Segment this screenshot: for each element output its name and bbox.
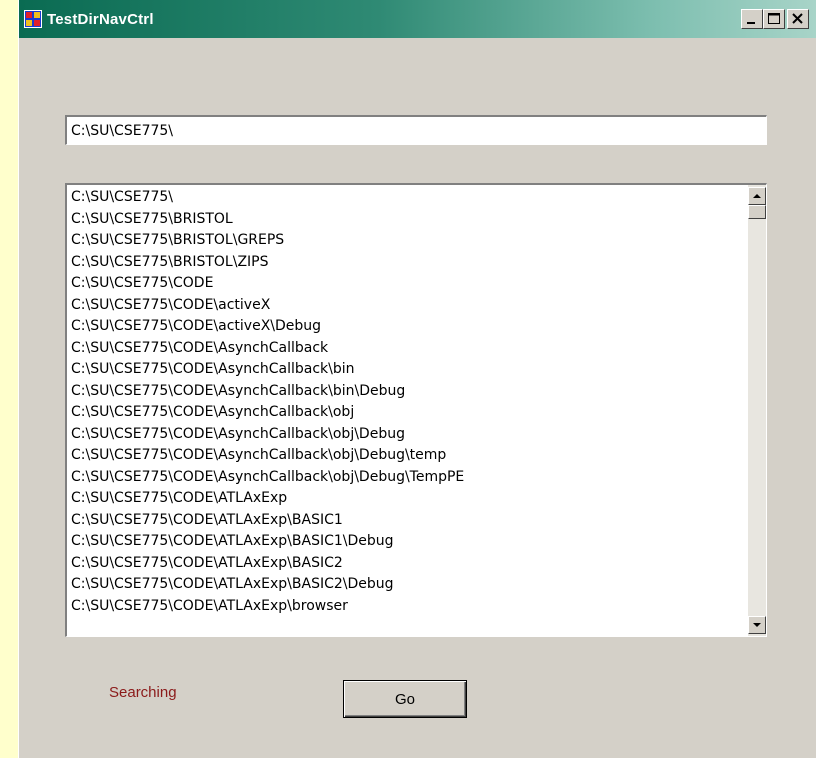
list-item[interactable]: C:\SU\CSE775\CODE\ATLAxExp\browser	[69, 596, 744, 618]
list-item[interactable]: C:\SU\CSE775\BRISTOL	[69, 209, 744, 231]
go-button[interactable]: Go	[343, 680, 467, 718]
maximize-button[interactable]	[763, 9, 785, 29]
scroll-thumb[interactable]	[748, 205, 766, 219]
scroll-down-arrow-icon	[753, 623, 761, 627]
list-item[interactable]: C:\SU\CSE775\BRISTOL\ZIPS	[69, 252, 744, 274]
list-item[interactable]: C:\SU\CSE775\CODE\ATLAxExp\BASIC2\Debug	[69, 574, 744, 596]
list-item[interactable]: C:\SU\CSE775\CODE\AsynchCallback	[69, 338, 744, 360]
scroll-up-arrow-icon	[753, 194, 761, 198]
list-item[interactable]: C:\SU\CSE775\CODE\AsynchCallback\obj\Deb…	[69, 445, 744, 467]
list-item[interactable]: C:\SU\CSE775\CODE\ATLAxExp\BASIC1\Debug	[69, 531, 744, 553]
list-item[interactable]: C:\SU\CSE775\CODE\AsynchCallback\obj\Deb…	[69, 467, 744, 489]
list-item[interactable]: C:\SU\CSE775\CODE\AsynchCallback\obj\Deb…	[69, 424, 744, 446]
close-button[interactable]	[787, 9, 809, 29]
app-window: TestDirNavCtrl C:\SU\CSE775\ C:\SU\CSE77…	[18, 0, 816, 758]
list-item[interactable]: C:\SU\CSE775\CODE\ATLAxExp	[69, 488, 744, 510]
list-item[interactable]: C:\SU\CSE775\CODE\ATLAxExp\BASIC2	[69, 553, 744, 575]
list-item[interactable]: C:\SU\CSE775\	[69, 187, 744, 209]
minimize-icon	[747, 22, 755, 24]
list-item[interactable]: C:\SU\CSE775\CODE	[69, 273, 744, 295]
app-window-icon	[24, 10, 42, 28]
directory-listbox[interactable]: C:\SU\CSE775\ C:\SU\CSE775\BRISTOL C:\SU\C…	[65, 183, 767, 637]
list-item[interactable]: C:\SU\CSE775\CODE\AsynchCallback\obj	[69, 402, 744, 424]
directory-list-items: C:\SU\CSE775\ C:\SU\CSE775\BRISTOL C:\SU\C…	[69, 187, 744, 636]
list-item[interactable]: C:\SU\CSE775\CODE\ATLAxExp\BASIC1	[69, 510, 744, 532]
vertical-scrollbar[interactable]	[748, 185, 766, 636]
scroll-up-button[interactable]	[748, 187, 766, 205]
list-item[interactable]: C:\SU\CSE775\BRISTOL\GREPS	[69, 230, 744, 252]
minimize-button[interactable]	[741, 9, 763, 29]
title-bar[interactable]: TestDirNavCtrl	[19, 0, 816, 38]
list-item[interactable]: C:\SU\CSE775\CODE\AsynchCallback\bin	[69, 359, 744, 381]
close-icon	[792, 13, 803, 24]
list-item[interactable]: C:\SU\CSE775\CODE\activeX	[69, 295, 744, 317]
scroll-down-button[interactable]	[748, 616, 766, 634]
caption-buttons	[741, 9, 809, 29]
path-input[interactable]	[65, 115, 767, 145]
status-label: Searching	[109, 684, 177, 701]
window-title: TestDirNavCtrl	[47, 11, 154, 28]
list-item[interactable]: C:\SU\CSE775\CODE\activeX\Debug	[69, 316, 744, 338]
list-item[interactable]: C:\SU\CSE775\CODE\AsynchCallback\bin\Deb…	[69, 381, 744, 403]
maximize-icon	[768, 13, 780, 24]
